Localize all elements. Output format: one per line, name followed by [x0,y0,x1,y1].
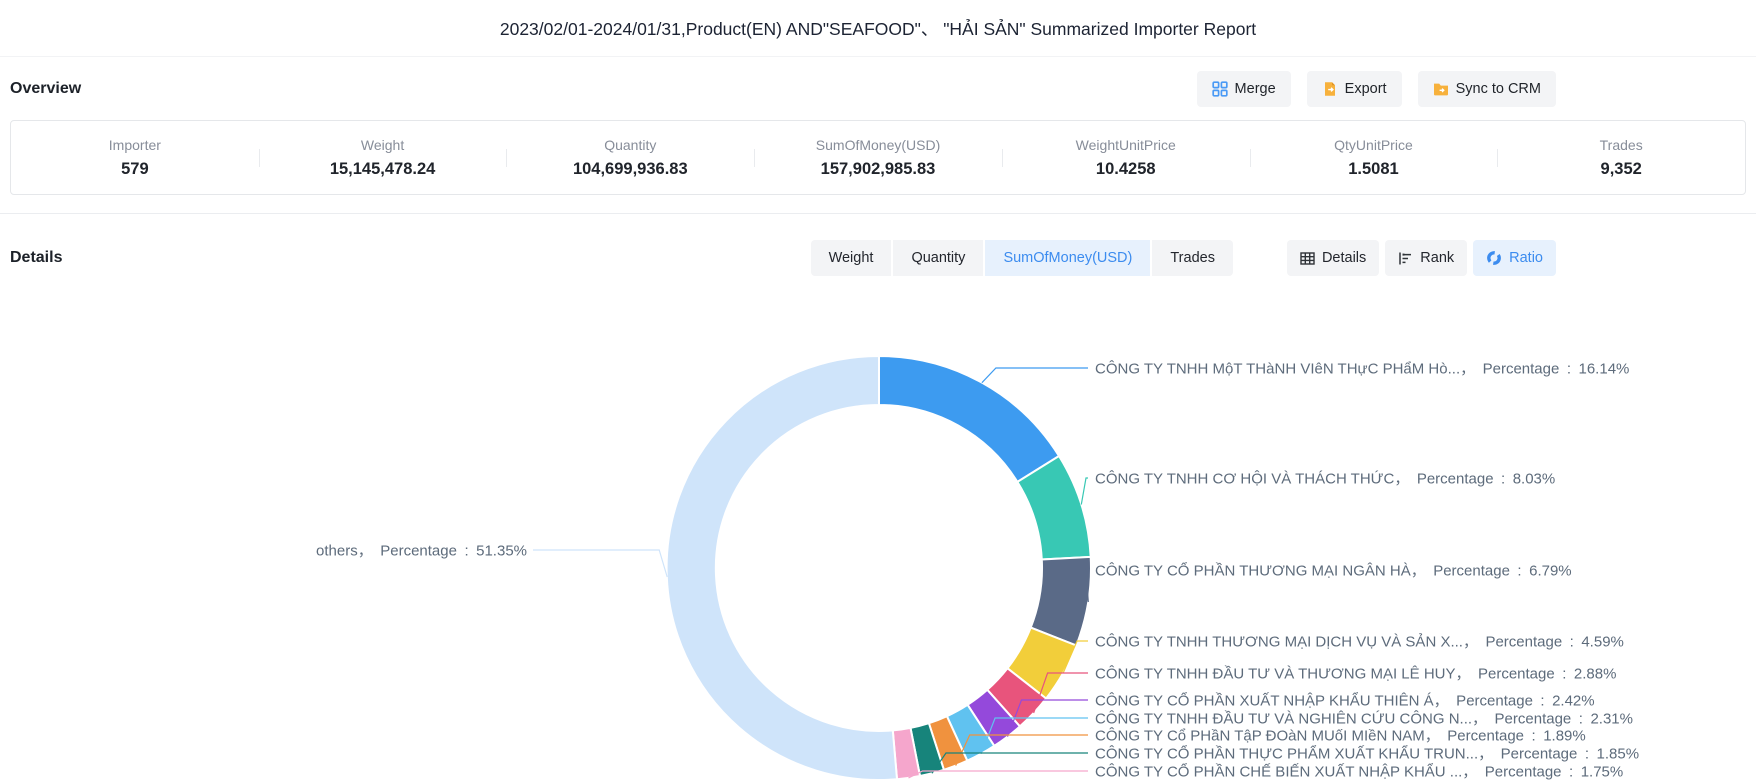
pie-label: CÔNG TY TNHH ĐẦU TƯ VÀ THƯƠNG MẠI LÊ HUY… [1095,663,1616,684]
pie-label-line [533,550,667,577]
pie-label: CÔNG TY CỔ PHẦN CHẾ BIẾN XUẤT NHẬP KHẨU … [1095,761,1623,780]
pie-slice[interactable] [667,356,897,780]
pie-label: CÔNG TY TNHH MộT THàNH VIêN THựC PHẩM Hò… [1095,358,1629,379]
pie-label-line [982,368,1088,383]
pie-label: others， Percentage : 51.35% [316,540,527,561]
pie-label-line [1081,478,1088,505]
importer-ratio-pie-chart: CÔNG TY TNHH MộT THàNH VIêN THựC PHẩM Hò… [0,0,1756,780]
pie-slice[interactable] [879,356,1059,482]
pie-label: CÔNG TY TNHH CƠ HỘI VÀ THÁCH THỨC， Perce… [1095,468,1555,489]
pie-label: CÔNG TY CỔ PHẦN THƯƠNG MẠI NGÂN HÀ， Perc… [1095,560,1572,581]
pie-label: CÔNG TY TNHH THƯƠNG MẠI DỊCH VỤ VÀ SẢN X… [1095,631,1624,652]
